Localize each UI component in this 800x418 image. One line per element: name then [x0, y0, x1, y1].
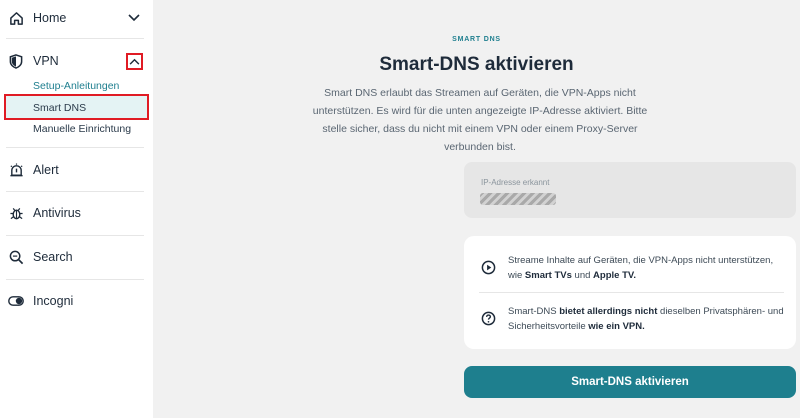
chevron-down-icon[interactable] — [126, 10, 142, 26]
info-text-privacy: Smart-DNS bietet allerdings nicht diesel… — [508, 306, 784, 332]
nav-alert-label: Alert — [33, 163, 59, 177]
divider — [6, 235, 144, 236]
help-circle-icon — [481, 311, 496, 326]
toggle-icon — [8, 293, 24, 309]
divider — [6, 147, 144, 148]
nav-search[interactable]: Search — [0, 248, 153, 266]
page-title: Smart-DNS aktivieren — [379, 54, 574, 75]
play-circle-icon — [481, 260, 496, 275]
search-icon — [8, 249, 24, 265]
info-text-streaming: Streame Inhalte auf Geräten, die VPN-App… — [508, 255, 774, 281]
sub-setup-guides[interactable]: Setup-Anleitungen — [33, 80, 119, 92]
info-divider — [479, 292, 784, 293]
shield-icon — [8, 53, 24, 69]
page-description: Smart DNS erlaubt das Streamen auf Gerät… — [312, 87, 648, 153]
nav-alert[interactable]: Alert — [0, 161, 153, 179]
chevron-up-icon[interactable] — [126, 53, 143, 70]
divider — [6, 279, 144, 280]
sub-smart-dns-label: Smart DNS — [33, 102, 87, 114]
nav-incogni-label: Incogni — [33, 294, 74, 308]
sub-manual-setup[interactable]: Manuelle Einrichtung — [33, 123, 131, 135]
divider — [6, 191, 144, 192]
sub-smart-dns[interactable]: Smart DNS — [4, 94, 149, 120]
nav-home-label: Home — [33, 11, 67, 25]
section-eyebrow: SMART DNS — [452, 36, 501, 43]
activate-smart-dns-button[interactable]: Smart-DNS aktivieren — [464, 366, 796, 398]
home-icon — [8, 10, 24, 26]
sidebar: Home VPN Setup-Anleitungen Smart DNS Man… — [0, 0, 153, 418]
nav-antivirus[interactable]: Antivirus — [0, 204, 153, 222]
bug-icon — [8, 205, 24, 221]
alert-icon — [8, 162, 24, 178]
ip-address-box: IP-Adresse erkannt — [464, 162, 796, 218]
nav-search-label: Search — [33, 250, 73, 264]
ip-address-value-redacted — [480, 193, 556, 205]
ip-address-label: IP-Adresse erkannt — [481, 178, 550, 187]
info-card: Streame Inhalte auf Geräten, die VPN-App… — [464, 236, 796, 349]
nav-home[interactable]: Home — [0, 9, 153, 27]
nav-antivirus-label: Antivirus — [33, 206, 81, 220]
divider — [6, 38, 144, 39]
nav-vpn-label: VPN — [33, 54, 59, 68]
nav-incogni[interactable]: Incogni — [0, 292, 153, 310]
